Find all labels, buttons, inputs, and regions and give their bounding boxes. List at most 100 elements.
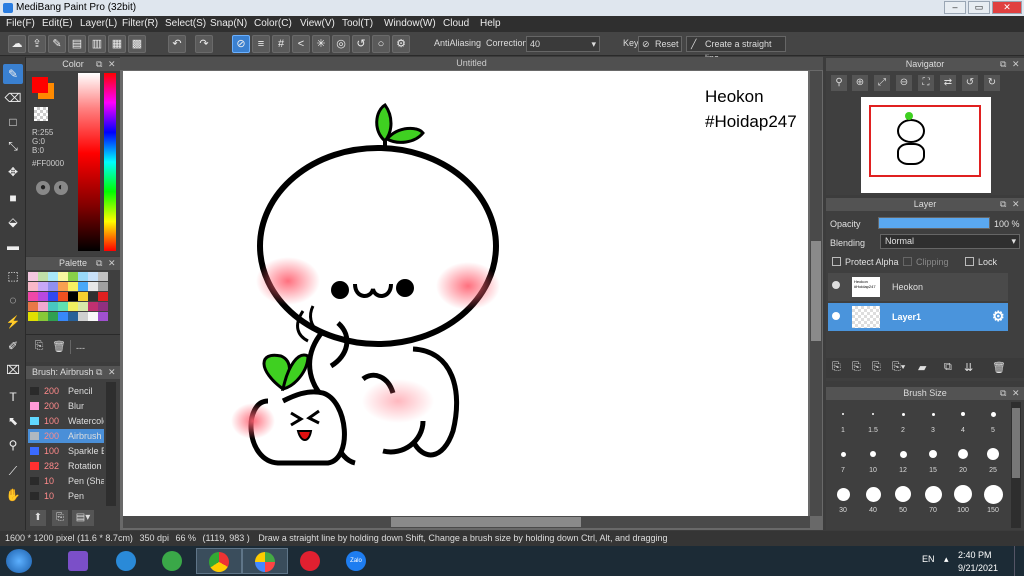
panel-float-icon[interactable]: ⧉ bbox=[1000, 58, 1006, 71]
brush-tool-icon[interactable]: ✎ bbox=[3, 64, 23, 84]
rotate-right-icon[interactable]: ↻ bbox=[984, 75, 1000, 91]
palette-swatch[interactable] bbox=[28, 282, 38, 291]
taskbar-pinterest[interactable] bbox=[288, 548, 334, 574]
gear-icon[interactable]: ⚙ bbox=[992, 308, 1005, 325]
palette-swatch[interactable] bbox=[78, 292, 88, 301]
transparent-color-swatch[interactable] bbox=[34, 107, 48, 121]
vertical-scrollbar[interactable] bbox=[810, 71, 822, 516]
horizontal-scroll-thumb[interactable] bbox=[391, 517, 581, 527]
palette-swatch[interactable] bbox=[98, 302, 108, 311]
zoom-icon[interactable]: ⚲ bbox=[831, 75, 847, 91]
palette-swatch[interactable] bbox=[88, 292, 98, 301]
taskbar-chrome[interactable] bbox=[196, 548, 242, 574]
menu-cloud[interactable]: Cloud bbox=[443, 18, 469, 29]
palette-swatch[interactable] bbox=[48, 302, 58, 311]
cross-snap-icon[interactable]: # bbox=[272, 35, 290, 53]
rect-select-tool-icon[interactable]: □ bbox=[3, 112, 23, 132]
new-1bit-layer-icon[interactable]: ⎘ bbox=[872, 361, 881, 374]
palette-swatch[interactable] bbox=[58, 312, 68, 321]
maximize-button[interactable]: ▭ bbox=[968, 1, 990, 14]
brush-size-option[interactable]: 5 bbox=[978, 403, 1008, 434]
brush-size-option[interactable]: 100 bbox=[948, 483, 978, 514]
settings-grid-icon[interactable]: ▩ bbox=[128, 35, 146, 53]
brush-size-option[interactable]: 40 bbox=[858, 483, 888, 514]
color-picker-icon[interactable]: ◐ bbox=[54, 181, 68, 195]
share-icon[interactable]: ⇪ bbox=[28, 35, 46, 53]
menu-snap[interactable]: Snap(N) bbox=[210, 18, 247, 29]
blending-select[interactable]: Normal ▾ bbox=[880, 234, 1020, 249]
cloud-icon[interactable]: ☁ bbox=[8, 35, 26, 53]
palette-swatch[interactable] bbox=[38, 282, 48, 291]
panel-close-icon[interactable]: ✕ bbox=[1012, 387, 1020, 400]
color-wheel-icon[interactable]: ● bbox=[36, 181, 50, 195]
correction-select[interactable]: 40 ▾ bbox=[526, 36, 600, 52]
layer-row-layer1[interactable]: Layer1 ⚙ bbox=[828, 303, 1008, 331]
palette-swatch[interactable] bbox=[78, 282, 88, 291]
panel-close-icon[interactable]: ✕ bbox=[108, 366, 116, 379]
lock-checkbox[interactable] bbox=[965, 257, 974, 266]
menu-help[interactable]: Help bbox=[480, 18, 501, 29]
add-palette-icon[interactable]: ⎘ bbox=[32, 340, 46, 354]
palette-swatch[interactable] bbox=[98, 272, 108, 281]
bucket-tool-icon[interactable]: ⬙ bbox=[3, 212, 23, 232]
palette-swatch[interactable] bbox=[98, 292, 108, 301]
brush-list-item[interactable]: 200 Airbrush bbox=[28, 429, 104, 443]
protect-alpha-checkbox[interactable] bbox=[832, 257, 841, 266]
radial-snap-icon[interactable]: ✳ bbox=[312, 35, 330, 53]
brush-size-scroll-thumb[interactable] bbox=[1012, 408, 1020, 478]
brush-size-scrollbar[interactable] bbox=[1011, 402, 1021, 528]
brush-size-option[interactable]: 25 bbox=[978, 443, 1008, 474]
snap-settings-icon[interactable]: ⚙ bbox=[392, 35, 410, 53]
delete-layer-icon[interactable]: 🗑 bbox=[992, 361, 1006, 374]
layer-visibility-icon[interactable] bbox=[832, 281, 840, 289]
hand-tool-icon[interactable]: ✋ bbox=[3, 485, 23, 505]
flip-icon[interactable]: ⇄ bbox=[940, 75, 956, 91]
panel-close-icon[interactable]: ✕ bbox=[1012, 58, 1020, 71]
brush-size-option[interactable]: 10 bbox=[858, 443, 888, 474]
brush-list-item[interactable]: 100 Watercolor bbox=[28, 414, 104, 428]
redo-icon[interactable]: ↷ bbox=[195, 35, 213, 53]
circle-snap-icon[interactable]: ◎ bbox=[332, 35, 350, 53]
opacity-slider[interactable] bbox=[878, 217, 990, 229]
select-eraser-tool-icon[interactable]: ⌧ bbox=[3, 360, 23, 380]
panel-close-icon[interactable]: ✕ bbox=[108, 257, 116, 270]
duplicate-layer-icon[interactable]: ⧉ bbox=[944, 361, 952, 374]
drawing-canvas[interactable]: Heokon #Hoidap247 bbox=[123, 71, 808, 516]
vertical-scroll-thumb[interactable] bbox=[811, 241, 821, 341]
zoom-out-icon[interactable]: ⊖ bbox=[896, 75, 912, 91]
brush-size-option[interactable]: 20 bbox=[948, 443, 978, 474]
dot-tool-icon[interactable]: ⤡ bbox=[3, 136, 23, 156]
palette-swatch[interactable] bbox=[58, 302, 68, 311]
palette-swatch[interactable] bbox=[48, 282, 58, 291]
brush-list-item[interactable]: 10 Pen (Sharp) bbox=[28, 474, 104, 488]
palette-swatch[interactable] bbox=[28, 292, 38, 301]
select-tool-icon[interactable]: ⬚ bbox=[3, 266, 23, 286]
gradient-tool-icon[interactable]: ▬ bbox=[3, 236, 23, 256]
palette-swatch[interactable] bbox=[98, 312, 108, 321]
taskbar-coccoc[interactable] bbox=[150, 548, 196, 574]
panel-divide-tool-icon[interactable]: ⟋ bbox=[3, 461, 23, 481]
menu-color[interactable]: Color(C) bbox=[254, 18, 292, 29]
document-icon[interactable]: ▥ bbox=[88, 35, 106, 53]
palette-swatch[interactable] bbox=[88, 282, 98, 291]
comment-icon[interactable]: ✎ bbox=[48, 35, 66, 53]
brush-size-option[interactable]: 70 bbox=[918, 483, 948, 514]
grid-icon[interactable]: ▦ bbox=[108, 35, 126, 53]
brush-size-option[interactable]: 50 bbox=[888, 483, 918, 514]
menu-layer[interactable]: Layer(L) bbox=[80, 18, 117, 29]
palette-swatch[interactable] bbox=[58, 282, 68, 291]
palette-swatch[interactable] bbox=[38, 292, 48, 301]
brush-size-option[interactable]: 3 bbox=[918, 403, 948, 434]
panel-close-icon[interactable]: ✕ bbox=[1012, 198, 1020, 211]
palette-swatch[interactable] bbox=[58, 292, 68, 301]
brush-size-option[interactable]: 4 bbox=[948, 403, 978, 434]
hue-slider[interactable] bbox=[104, 73, 116, 251]
brush-size-option[interactable]: 1.5 bbox=[858, 403, 888, 434]
palette-swatch[interactable] bbox=[28, 272, 38, 281]
palette-swatch[interactable] bbox=[68, 312, 78, 321]
select-pen-tool-icon[interactable]: ✐ bbox=[3, 336, 23, 356]
rotate-left-icon[interactable]: ↺ bbox=[962, 75, 978, 91]
brush-list-item[interactable]: 200 Blur bbox=[28, 399, 104, 413]
horizontal-scrollbar[interactable] bbox=[123, 516, 810, 528]
delete-palette-icon[interactable]: 🗑 bbox=[52, 340, 66, 354]
